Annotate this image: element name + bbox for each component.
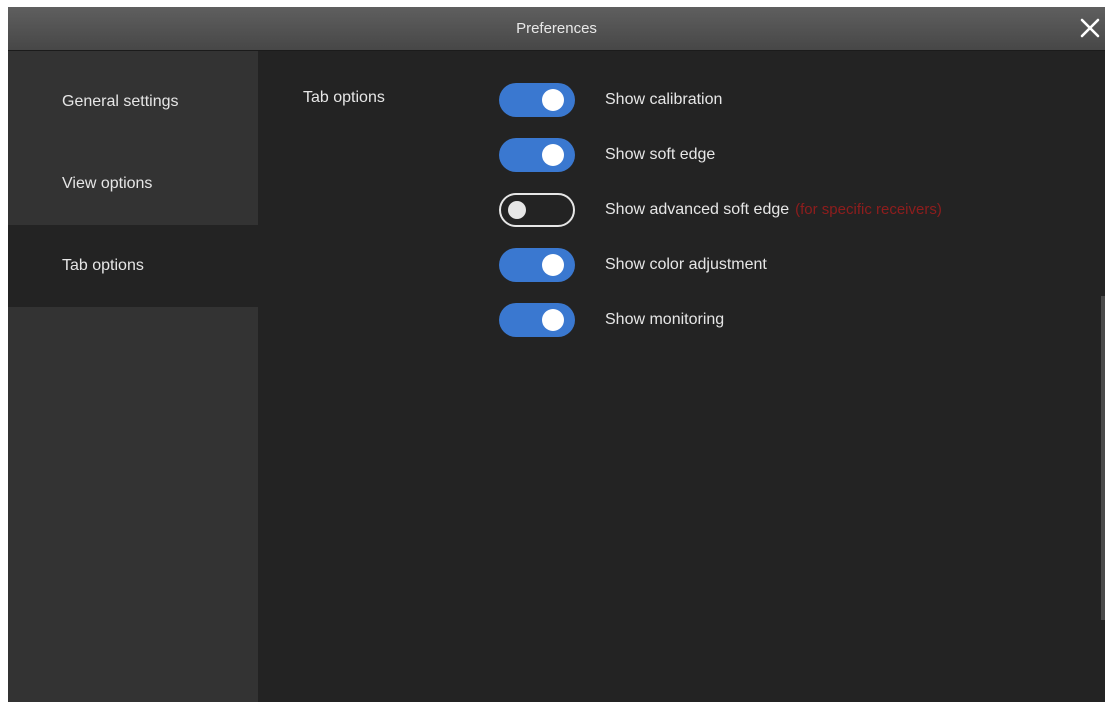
sidebar-item-label: General settings (62, 93, 179, 110)
option-label: Show monitoring (605, 311, 725, 328)
show-monitoring-toggle[interactable] (499, 303, 575, 337)
toggle-knob (542, 254, 564, 276)
option-row-show-monitoring: Show monitoring (499, 303, 1059, 337)
close-icon (1080, 18, 1100, 38)
window-title: Preferences (516, 20, 597, 37)
toggle-knob (542, 144, 564, 166)
option-row-show-soft-edge: Show soft edge (499, 138, 1059, 172)
option-row-show-calibration: Show calibration (499, 83, 1059, 117)
option-label-text: Show advanced soft edge (605, 201, 790, 218)
show-color-adjustment-toggle[interactable] (499, 248, 575, 282)
main-content: Tab options Show calibration Show soft e… (258, 51, 1105, 702)
option-label: Show color adjustment (605, 256, 767, 273)
sidebar-item-general-settings[interactable]: General settings (8, 61, 258, 143)
show-calibration-toggle[interactable] (499, 83, 575, 117)
show-soft-edge-toggle[interactable] (499, 138, 575, 172)
option-label: Show soft edge (605, 146, 716, 163)
toggle-knob (542, 309, 564, 331)
toggle-knob (508, 201, 526, 219)
section-label: Tab options (303, 89, 385, 106)
sidebar-item-tab-options[interactable]: Tab options (8, 225, 258, 307)
option-row-show-color-adjustment: Show color adjustment (499, 248, 1059, 282)
sidebar-item-label: Tab options (62, 257, 144, 274)
close-button[interactable] (1077, 15, 1103, 41)
option-note: (for specific receivers) (795, 201, 942, 218)
show-advanced-soft-edge-toggle[interactable] (499, 193, 575, 227)
title-bar: Preferences (8, 7, 1105, 51)
scrollbar[interactable] (1101, 296, 1105, 620)
option-label: Show advanced soft edge (for specific rec… (605, 193, 942, 227)
preferences-window: Preferences General settings View option… (8, 7, 1105, 702)
toggle-knob (542, 89, 564, 111)
sidebar: General settings View options Tab option… (8, 51, 258, 702)
option-label: Show calibration (605, 91, 723, 108)
sidebar-item-view-options[interactable]: View options (8, 143, 258, 225)
option-row-show-advanced-soft-edge: Show advanced soft edge (for specific rec… (499, 193, 1059, 227)
sidebar-item-label: View options (62, 175, 153, 192)
